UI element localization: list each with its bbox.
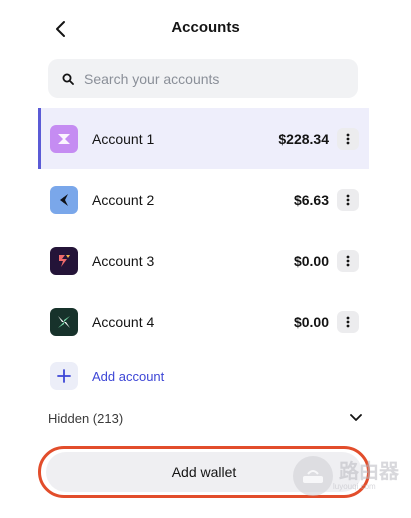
account-name: Account 4 [92, 313, 155, 330]
watermark-text: 路由器 [339, 460, 399, 483]
account-list: Account 1 $228.34 Account 2 $6.63 Accoun… [38, 108, 369, 352]
account-name: Account 1 [92, 130, 155, 147]
account-more-button[interactable] [337, 188, 359, 211]
plus-icon [50, 362, 78, 390]
account-name: Account 2 [92, 191, 155, 208]
account-row[interactable]: Account 1 $228.34 [38, 108, 369, 169]
account-logo-icon [58, 315, 70, 328]
account-name: Account 3 [92, 252, 155, 269]
more-vertical-icon [346, 194, 350, 205]
search-input[interactable] [82, 69, 346, 88]
more-vertical-icon [346, 316, 350, 327]
account-more-button[interactable] [337, 127, 359, 150]
more-vertical-icon [346, 133, 350, 144]
search-icon [62, 72, 76, 86]
account-avatar [50, 185, 78, 214]
chevron-down-icon [350, 414, 362, 421]
account-avatar [50, 124, 78, 153]
account-more-button[interactable] [337, 249, 359, 272]
page-title: Accounts [171, 19, 240, 36]
account-row[interactable]: Account 3 $0.00 [38, 230, 369, 291]
account-avatar [50, 246, 78, 275]
account-row[interactable]: Account 2 $6.63 [38, 169, 369, 230]
header: Accounts [0, 0, 411, 58]
router-icon [293, 456, 333, 496]
hidden-accounts-toggle[interactable]: Hidden (213) [48, 404, 362, 432]
add-account-button[interactable]: Add account [50, 362, 164, 390]
account-more-button[interactable] [337, 310, 359, 333]
account-logo-icon [60, 193, 68, 206]
account-logo-icon [58, 133, 70, 144]
more-vertical-icon [346, 255, 350, 266]
account-row[interactable]: Account 4 $0.00 [38, 291, 369, 352]
watermark: 路由器 luyouqi.com [293, 456, 399, 496]
watermark-sub: luyouqi.com [333, 481, 376, 491]
hidden-label: Hidden (213) [48, 410, 124, 426]
account-balance: $6.63 [293, 191, 329, 208]
account-balance: $0.00 [293, 313, 329, 330]
account-balance: $228.34 [278, 130, 329, 147]
search-bar[interactable] [48, 59, 358, 98]
add-account-label: Add account [92, 368, 165, 384]
account-avatar [50, 307, 78, 336]
account-balance: $0.00 [293, 252, 329, 269]
account-logo-icon [59, 254, 70, 267]
